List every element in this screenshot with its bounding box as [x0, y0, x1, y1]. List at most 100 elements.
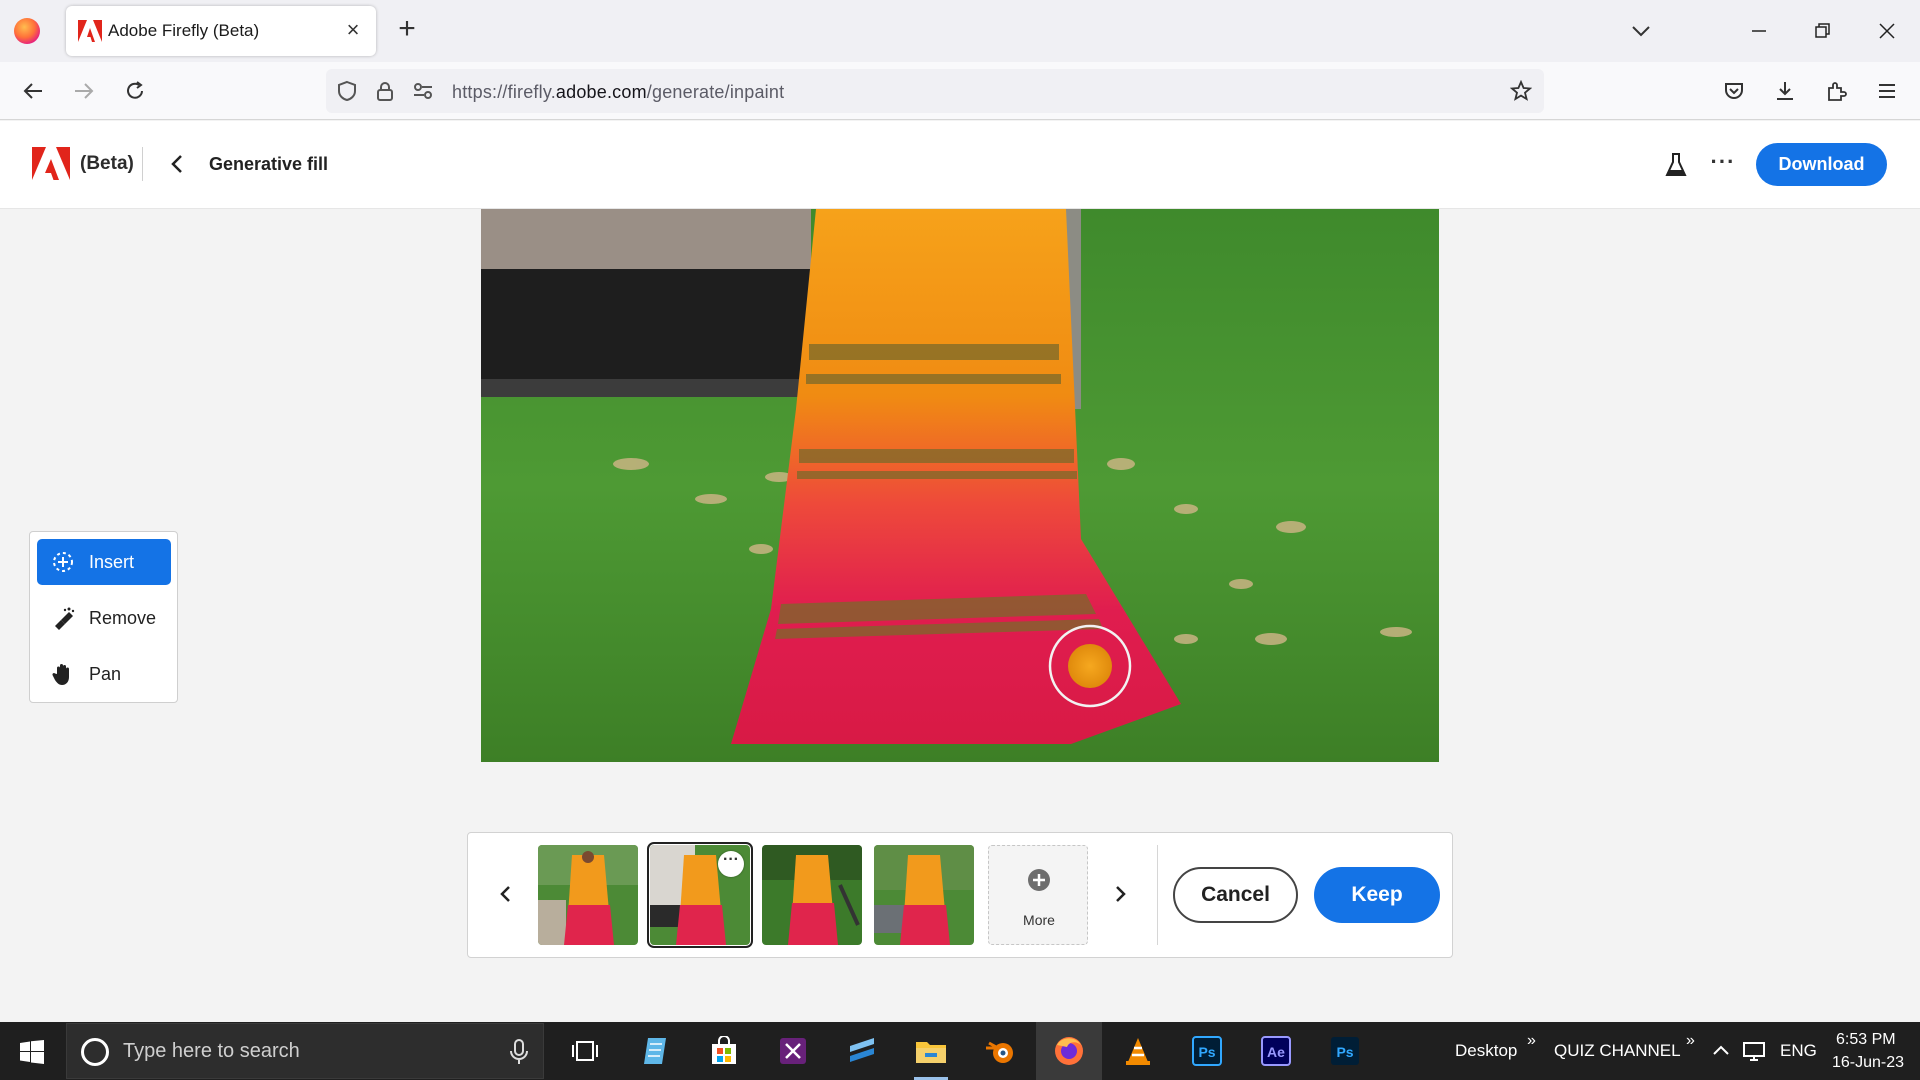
more-label: More — [1023, 912, 1055, 928]
tool-panel: Insert Remove Pan — [29, 531, 178, 703]
search-placeholder: Type here to search — [123, 1040, 300, 1062]
after-effects-app[interactable]: Ae — [1257, 1032, 1295, 1070]
remove-tool[interactable]: Remove — [37, 595, 171, 641]
quiz-toolbar-chevron[interactable]: » — [1686, 1032, 1695, 1050]
task-view-button[interactable] — [566, 1032, 604, 1070]
back-chevron-icon[interactable] — [166, 151, 188, 177]
next-chevron-icon[interactable] — [1108, 881, 1132, 907]
minimize-button[interactable] — [1736, 12, 1782, 50]
photoshop-label: Ps — [1198, 1044, 1215, 1060]
download-button[interactable]: Download — [1756, 143, 1887, 186]
remove-tool-label: Remove — [89, 607, 157, 628]
restore-icon — [1815, 23, 1830, 38]
pan-tool[interactable]: Pan — [37, 651, 171, 697]
task-view-icon — [572, 1041, 598, 1061]
url-prefix: https://firefly. — [452, 82, 556, 102]
blender-icon — [986, 1041, 1013, 1063]
network-icon[interactable] — [1742, 1040, 1766, 1062]
windows-start-icon[interactable] — [20, 1040, 44, 1064]
tab-close-icon[interactable]: × — [340, 17, 366, 43]
thumbnail-image — [874, 845, 974, 945]
lock-icon[interactable] — [374, 80, 396, 102]
permissions-icon[interactable] — [412, 80, 434, 102]
vlc-app[interactable] — [1119, 1032, 1157, 1070]
cancel-button[interactable]: Cancel — [1173, 867, 1298, 923]
beta-label: (Beta) — [80, 153, 134, 174]
firefox-icon[interactable] — [14, 18, 40, 44]
desktop-toolbar-chevron[interactable]: » — [1527, 1032, 1536, 1050]
close-window-button[interactable] — [1864, 12, 1910, 50]
microphone-icon[interactable] — [509, 1038, 529, 1066]
language-indicator[interactable]: ENG — [1780, 1041, 1817, 1061]
photoshop-label: Ps — [1336, 1044, 1353, 1060]
quiz-channel-toolbar[interactable]: QUIZ CHANNEL — [1554, 1041, 1681, 1061]
browser-tab-bar: Adobe Firefly (Beta) × + — [0, 0, 1920, 62]
browser-tab[interactable]: Adobe Firefly (Beta) × — [66, 6, 376, 56]
more-options-button[interactable]: ··· — [1708, 151, 1738, 179]
photoshop-icon: Ps — [1192, 1036, 1222, 1066]
variation-thumbnail-1[interactable] — [538, 845, 638, 945]
store-icon — [712, 1036, 736, 1064]
tray-expand-chevron-icon[interactable] — [1712, 1043, 1730, 1057]
sublime-app[interactable] — [843, 1032, 881, 1070]
notepad-icon — [644, 1038, 666, 1064]
arrow-right-icon — [75, 83, 94, 99]
bookmark-star-icon[interactable] — [1510, 80, 1532, 102]
previous-chevron-icon[interactable] — [494, 881, 518, 907]
visual-studio-icon — [780, 1038, 806, 1064]
reload-button[interactable] — [119, 75, 151, 107]
thumbnail-options-button[interactable]: ··· — [718, 851, 744, 877]
app-stack-icon — [850, 1038, 874, 1062]
desktop-toolbar[interactable]: Desktop — [1455, 1041, 1517, 1061]
hamburger-icon — [1879, 84, 1895, 98]
file-explorer-app[interactable] — [912, 1032, 950, 1080]
adobe-favicon-icon — [78, 20, 102, 42]
windows-taskbar: Type here to search Ps Ae Ps Desktop » Q… — [0, 1022, 1920, 1080]
taskbar-search[interactable]: Type here to search — [66, 1023, 544, 1079]
back-button[interactable] — [17, 75, 49, 107]
blender-app[interactable] — [981, 1032, 1019, 1070]
variation-thumbnail-4[interactable] — [874, 845, 974, 945]
url-bar[interactable]: https://firefly.adobe.com/generate/inpai… — [326, 69, 1544, 113]
insert-sparkle-icon — [51, 550, 75, 574]
clock-date[interactable]: 16-Jun-23 — [1832, 1054, 1904, 1072]
more-variations-button[interactable]: More — [988, 845, 1088, 945]
image-canvas[interactable] — [481, 209, 1439, 762]
variations-divider — [1157, 845, 1158, 945]
url-text: https://firefly.adobe.com/generate/inpai… — [452, 82, 784, 103]
forward-button[interactable] — [68, 75, 100, 107]
reload-icon — [127, 81, 143, 99]
menu-button[interactable] — [1871, 75, 1903, 107]
download-arrow-icon — [1777, 82, 1793, 100]
page-title: Generative fill — [209, 154, 329, 174]
insert-tool-label: Insert — [89, 551, 135, 572]
adobe-logo-icon[interactable] — [32, 147, 70, 180]
hand-icon — [51, 662, 75, 686]
url-path: /generate/inpaint — [646, 82, 785, 102]
close-icon — [1879, 23, 1895, 39]
downloads-button[interactable] — [1769, 75, 1801, 107]
browser-nav-bar: https://firefly.adobe.com/generate/inpai… — [0, 62, 1920, 120]
tab-list-chevron-icon[interactable] — [1628, 18, 1654, 44]
new-tab-button[interactable]: + — [392, 14, 422, 45]
labs-flask-icon[interactable] — [1662, 151, 1690, 179]
puzzle-icon — [1828, 82, 1847, 101]
thumbnail-image — [538, 845, 638, 945]
insert-tool[interactable]: Insert — [37, 539, 171, 585]
visual-studio-app[interactable] — [774, 1032, 812, 1070]
variation-thumbnail-2[interactable]: ··· — [647, 842, 753, 948]
extensions-button[interactable] — [1820, 75, 1852, 107]
tab-title: Adobe Firefly (Beta) — [108, 21, 260, 40]
keep-button[interactable]: Keep — [1314, 867, 1440, 923]
clock-time[interactable]: 6:53 PM — [1836, 1031, 1896, 1049]
store-app[interactable] — [705, 1032, 743, 1070]
pocket-button[interactable] — [1718, 75, 1750, 107]
notepad-app[interactable] — [636, 1032, 674, 1070]
cortana-icon — [81, 1038, 109, 1066]
photoshop-app[interactable]: Ps — [1188, 1032, 1226, 1070]
firefox-taskbar-app[interactable] — [1036, 1022, 1102, 1080]
variation-thumbnail-3[interactable] — [762, 845, 862, 945]
shield-icon[interactable] — [336, 80, 358, 102]
photoshop-app-2[interactable]: Ps — [1326, 1032, 1364, 1070]
restore-button[interactable] — [1800, 12, 1846, 50]
